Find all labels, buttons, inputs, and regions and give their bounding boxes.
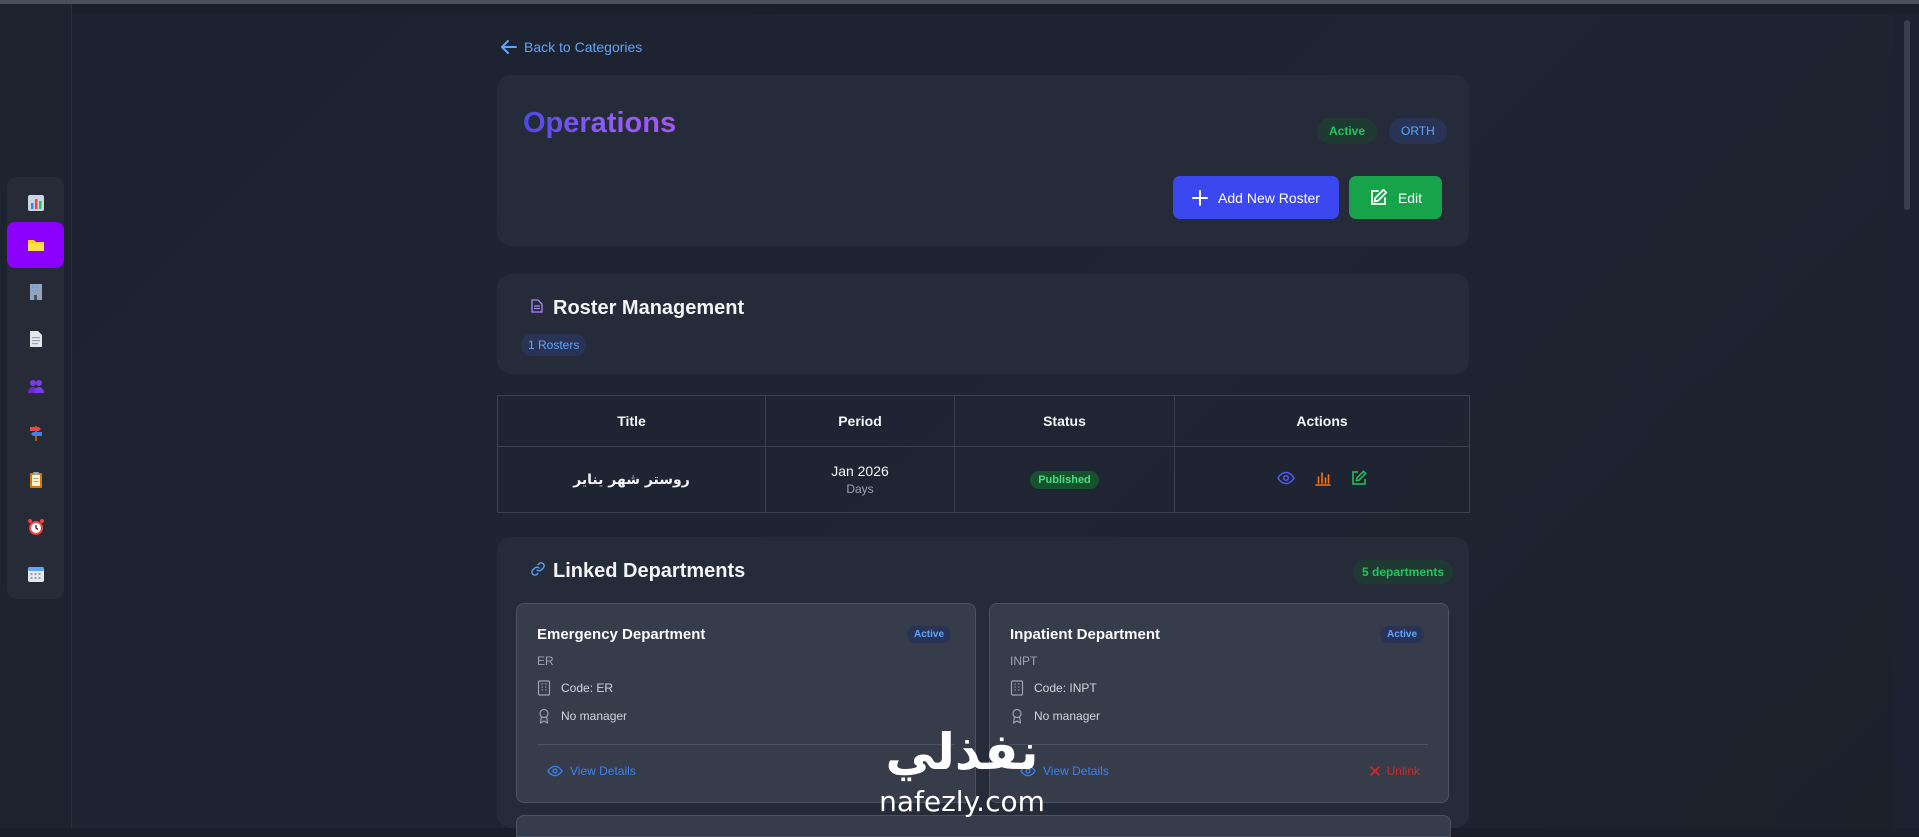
view-roster-button[interactable] (1277, 471, 1295, 488)
roster-actions-cell (1174, 446, 1470, 513)
roster-section-title: Roster Management (553, 297, 745, 319)
view-details-link[interactable]: View Details (547, 764, 636, 778)
arrow-left-icon (501, 40, 517, 54)
roster-period-cell: Jan 2026 Days (765, 446, 955, 513)
building-icon (1010, 680, 1024, 696)
folder-icon (27, 240, 44, 251)
window-top-border (0, 0, 1919, 4)
watermark: نفذلي nafezly.com (852, 720, 1072, 828)
roster-period-sub: Days (846, 482, 874, 496)
category-header-card: Operations Active ORTH Add New Roster Ed… (497, 75, 1469, 246)
roster-count-badge: 1 Rosters (521, 334, 587, 356)
table-header-row: Title Period Status Actions (497, 395, 1470, 447)
watermark-arabic: نفذلي (885, 723, 1039, 781)
departments-count-badge: 5 departments (1353, 560, 1454, 584)
building-icon (29, 284, 42, 300)
column-header-status: Status (954, 395, 1175, 447)
eye-icon (547, 765, 563, 777)
roster-title: روستر شهر يناير (573, 472, 690, 488)
departments-section-title: Linked Departments (553, 560, 746, 582)
sidebar-item-users[interactable] (7, 363, 64, 409)
watermark-latin: nafezly.com (879, 785, 1045, 818)
back-to-categories-link[interactable]: Back to Categories (500, 38, 642, 56)
column-header-period: Period (765, 395, 955, 447)
edit-roster-button[interactable] (1351, 470, 1367, 489)
unlink-button[interactable]: Unlink (1369, 764, 1420, 778)
sidebar-item-categories[interactable] (7, 222, 64, 268)
roster-period: Jan 2026 (831, 463, 889, 479)
edit-icon (1371, 188, 1388, 205)
sidebar-item-calendar[interactable] (7, 551, 64, 597)
status-badge: Active (1317, 118, 1378, 144)
department-code-row: Code: ER (537, 680, 613, 696)
bar-chart-icon (1315, 472, 1331, 486)
table-row: روستر شهر يناير Jan 2026 Days Published (497, 446, 1470, 513)
department-manager: No manager (561, 709, 628, 723)
roster-stats-button[interactable] (1315, 470, 1331, 489)
published-badge: Published (1030, 471, 1099, 489)
users-icon (27, 380, 44, 393)
department-name: Emergency Department (537, 626, 706, 643)
department-manager-row: No manager (537, 708, 627, 724)
link-icon (531, 562, 545, 576)
edit-button[interactable]: Edit (1349, 176, 1442, 219)
code-badge: ORTH (1389, 118, 1447, 144)
scrollbar[interactable] (1894, 14, 1919, 828)
sidebar-item-departments[interactable] (7, 269, 64, 315)
plus-icon (1192, 189, 1209, 206)
view-details-label: View Details (570, 764, 636, 778)
scrollbar-thumb[interactable] (1904, 20, 1910, 210)
edit-button-label: Edit (1397, 189, 1423, 206)
roster-table: Title Period Status Actions روستر شهر ين… (497, 395, 1470, 513)
column-header-actions: Actions (1174, 395, 1470, 447)
close-icon (1369, 766, 1380, 776)
sidebar-item-signpost[interactable] (7, 410, 64, 456)
sidebar-item-reports[interactable] (7, 457, 64, 503)
signpost-icon (29, 426, 42, 441)
sidebar-item-documents[interactable] (7, 316, 64, 362)
roster-management-card: Roster Management 1 Rosters (497, 274, 1469, 374)
unlink-label: Unlink (1386, 764, 1420, 778)
award-icon (539, 708, 549, 724)
page-title: Operations (523, 107, 677, 139)
department-code: Code: ER (561, 681, 614, 695)
add-new-roster-button[interactable]: Add New Roster (1173, 176, 1339, 219)
roster-title-cell: روستر شهر يناير (497, 446, 766, 513)
department-status-badge: Active (1379, 626, 1424, 643)
edit-icon (1352, 470, 1367, 485)
calendar-icon (27, 567, 44, 582)
eye-icon (1277, 471, 1295, 485)
building-icon (537, 680, 551, 696)
department-abbr: ER (537, 654, 554, 668)
column-header-title: Title (497, 395, 766, 447)
chart-icon (27, 195, 44, 211)
alarm-clock-icon (27, 519, 44, 535)
roster-status-cell: Published (954, 446, 1175, 513)
document-icon (531, 299, 543, 313)
department-name: Inpatient Department (1010, 626, 1161, 643)
sidebar-nav (7, 177, 64, 599)
clipboard-icon (29, 472, 42, 488)
divider (1010, 744, 1428, 745)
department-status-badge: Active (906, 626, 951, 643)
document-icon (29, 331, 42, 347)
sidebar-item-alarms[interactable] (7, 504, 64, 550)
back-link-label: Back to Categories (524, 39, 643, 55)
department-code-row: Code: INPT (1010, 680, 1097, 696)
department-abbr: INPT (1010, 654, 1038, 668)
sidebar-item-dashboard[interactable] (7, 180, 64, 226)
add-new-roster-label: Add New Roster (1218, 189, 1320, 206)
department-code: Code: INPT (1034, 681, 1097, 695)
